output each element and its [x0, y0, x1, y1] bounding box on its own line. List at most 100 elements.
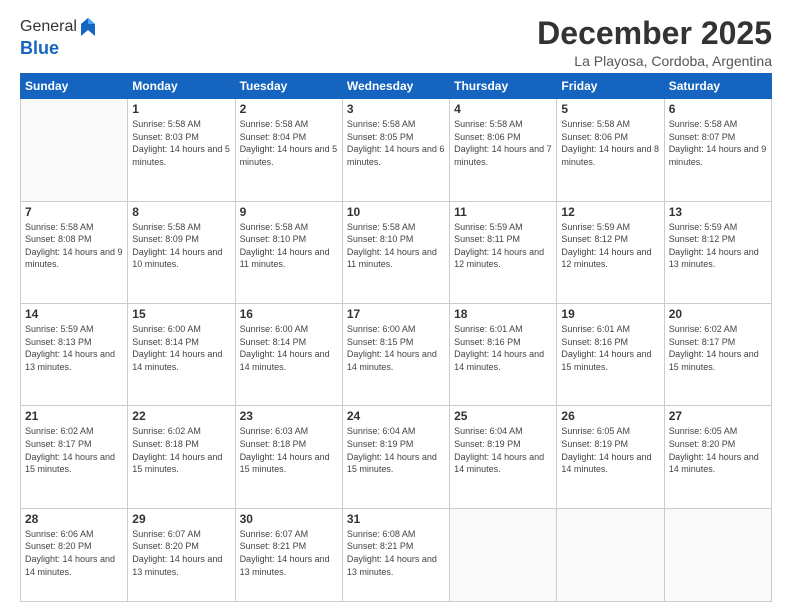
sunrise-label: Sunrise: 6:02 AM — [669, 324, 738, 334]
sunrise-label: Sunrise: 6:01 AM — [454, 324, 523, 334]
day-info: Sunrise: 5:59 AM Sunset: 8:12 PM Dayligh… — [561, 221, 659, 271]
calendar-cell: 29 Sunrise: 6:07 AM Sunset: 8:20 PM Dayl… — [128, 508, 235, 601]
calendar-cell: 28 Sunrise: 6:06 AM Sunset: 8:20 PM Dayl… — [21, 508, 128, 601]
calendar-cell: 30 Sunrise: 6:07 AM Sunset: 8:21 PM Dayl… — [235, 508, 342, 601]
daylight-label: Daylight: 14 hours and 14 minutes. — [132, 349, 222, 372]
sunset-label: Sunset: 8:17 PM — [25, 439, 92, 449]
sunrise-label: Sunrise: 6:00 AM — [240, 324, 309, 334]
day-info: Sunrise: 6:00 AM Sunset: 8:14 PM Dayligh… — [240, 323, 338, 373]
location-subtitle: La Playosa, Cordoba, Argentina — [537, 53, 772, 69]
col-tuesday: Tuesday — [235, 74, 342, 99]
daylight-label: Daylight: 14 hours and 15 minutes. — [347, 452, 437, 475]
day-number: 26 — [561, 409, 659, 423]
sunset-label: Sunset: 8:03 PM — [132, 132, 199, 142]
calendar-cell: 26 Sunrise: 6:05 AM Sunset: 8:19 PM Dayl… — [557, 406, 664, 508]
day-number: 7 — [25, 205, 123, 219]
calendar-cell: 15 Sunrise: 6:00 AM Sunset: 8:14 PM Dayl… — [128, 304, 235, 406]
day-number: 25 — [454, 409, 552, 423]
sunset-label: Sunset: 8:13 PM — [25, 337, 92, 347]
calendar-cell: 16 Sunrise: 6:00 AM Sunset: 8:14 PM Dayl… — [235, 304, 342, 406]
header: General Blue December 2025 La Playosa, C… — [20, 16, 772, 69]
sunrise-label: Sunrise: 5:58 AM — [454, 119, 523, 129]
calendar-week-row: 21 Sunrise: 6:02 AM Sunset: 8:17 PM Dayl… — [21, 406, 772, 508]
daylight-label: Daylight: 14 hours and 15 minutes. — [561, 349, 651, 372]
daylight-label: Daylight: 14 hours and 14 minutes. — [347, 349, 437, 372]
sunset-label: Sunset: 8:19 PM — [454, 439, 521, 449]
calendar-cell: 5 Sunrise: 5:58 AM Sunset: 8:06 PM Dayli… — [557, 99, 664, 201]
sunrise-label: Sunrise: 6:05 AM — [561, 426, 630, 436]
sunrise-label: Sunrise: 5:58 AM — [561, 119, 630, 129]
day-number: 11 — [454, 205, 552, 219]
day-info: Sunrise: 6:01 AM Sunset: 8:16 PM Dayligh… — [561, 323, 659, 373]
calendar-cell — [557, 508, 664, 601]
daylight-label: Daylight: 14 hours and 14 minutes. — [561, 452, 651, 475]
calendar-cell — [450, 508, 557, 601]
calendar-cell: 18 Sunrise: 6:01 AM Sunset: 8:16 PM Dayl… — [450, 304, 557, 406]
day-info: Sunrise: 6:03 AM Sunset: 8:18 PM Dayligh… — [240, 425, 338, 475]
day-number: 10 — [347, 205, 445, 219]
title-block: December 2025 La Playosa, Cordoba, Argen… — [537, 16, 772, 69]
daylight-label: Daylight: 14 hours and 11 minutes. — [347, 247, 437, 270]
day-info: Sunrise: 6:06 AM Sunset: 8:20 PM Dayligh… — [25, 528, 123, 578]
daylight-label: Daylight: 14 hours and 9 minutes. — [669, 144, 767, 167]
day-info: Sunrise: 6:05 AM Sunset: 8:20 PM Dayligh… — [669, 425, 767, 475]
day-number: 20 — [669, 307, 767, 321]
daylight-label: Daylight: 14 hours and 9 minutes. — [25, 247, 123, 270]
day-info: Sunrise: 6:01 AM Sunset: 8:16 PM Dayligh… — [454, 323, 552, 373]
daylight-label: Daylight: 14 hours and 13 minutes. — [669, 247, 759, 270]
sunrise-label: Sunrise: 6:08 AM — [347, 529, 416, 539]
col-monday: Monday — [128, 74, 235, 99]
sunset-label: Sunset: 8:16 PM — [561, 337, 628, 347]
sunset-label: Sunset: 8:16 PM — [454, 337, 521, 347]
daylight-label: Daylight: 14 hours and 14 minutes. — [454, 452, 544, 475]
sunset-label: Sunset: 8:21 PM — [347, 541, 414, 551]
sunrise-label: Sunrise: 6:00 AM — [132, 324, 201, 334]
sunset-label: Sunset: 8:05 PM — [347, 132, 414, 142]
day-number: 13 — [669, 205, 767, 219]
sunrise-label: Sunrise: 5:58 AM — [132, 119, 201, 129]
sunrise-label: Sunrise: 5:58 AM — [240, 222, 309, 232]
calendar-cell: 11 Sunrise: 5:59 AM Sunset: 8:11 PM Dayl… — [450, 201, 557, 303]
calendar-cell — [21, 99, 128, 201]
sunrise-label: Sunrise: 6:04 AM — [454, 426, 523, 436]
daylight-label: Daylight: 14 hours and 7 minutes. — [454, 144, 552, 167]
daylight-label: Daylight: 14 hours and 14 minutes. — [454, 349, 544, 372]
daylight-label: Daylight: 14 hours and 13 minutes. — [25, 349, 115, 372]
col-wednesday: Wednesday — [342, 74, 449, 99]
calendar-week-row: 14 Sunrise: 5:59 AM Sunset: 8:13 PM Dayl… — [21, 304, 772, 406]
day-info: Sunrise: 5:58 AM Sunset: 8:10 PM Dayligh… — [347, 221, 445, 271]
day-info: Sunrise: 6:07 AM Sunset: 8:21 PM Dayligh… — [240, 528, 338, 578]
calendar-cell: 8 Sunrise: 5:58 AM Sunset: 8:09 PM Dayli… — [128, 201, 235, 303]
sunrise-label: Sunrise: 5:58 AM — [347, 222, 416, 232]
day-number: 29 — [132, 512, 230, 526]
day-number: 19 — [561, 307, 659, 321]
calendar-cell: 24 Sunrise: 6:04 AM Sunset: 8:19 PM Dayl… — [342, 406, 449, 508]
sunrise-label: Sunrise: 5:58 AM — [25, 222, 94, 232]
day-info: Sunrise: 6:07 AM Sunset: 8:20 PM Dayligh… — [132, 528, 230, 578]
daylight-label: Daylight: 14 hours and 12 minutes. — [561, 247, 651, 270]
sunrise-label: Sunrise: 6:05 AM — [669, 426, 738, 436]
sunrise-label: Sunrise: 5:59 AM — [454, 222, 523, 232]
calendar-cell: 10 Sunrise: 5:58 AM Sunset: 8:10 PM Dayl… — [342, 201, 449, 303]
day-number: 24 — [347, 409, 445, 423]
day-number: 5 — [561, 102, 659, 116]
sunrise-label: Sunrise: 5:58 AM — [240, 119, 309, 129]
day-info: Sunrise: 6:02 AM Sunset: 8:18 PM Dayligh… — [132, 425, 230, 475]
sunset-label: Sunset: 8:06 PM — [454, 132, 521, 142]
sunrise-label: Sunrise: 5:58 AM — [669, 119, 738, 129]
calendar-cell: 21 Sunrise: 6:02 AM Sunset: 8:17 PM Dayl… — [21, 406, 128, 508]
sunset-label: Sunset: 8:09 PM — [132, 234, 199, 244]
page: General Blue December 2025 La Playosa, C… — [0, 0, 792, 612]
calendar-cell: 19 Sunrise: 6:01 AM Sunset: 8:16 PM Dayl… — [557, 304, 664, 406]
day-number: 27 — [669, 409, 767, 423]
day-info: Sunrise: 5:58 AM Sunset: 8:09 PM Dayligh… — [132, 221, 230, 271]
day-number: 12 — [561, 205, 659, 219]
sunrise-label: Sunrise: 5:59 AM — [561, 222, 630, 232]
sunrise-label: Sunrise: 6:01 AM — [561, 324, 630, 334]
sunset-label: Sunset: 8:20 PM — [25, 541, 92, 551]
sunset-label: Sunset: 8:10 PM — [347, 234, 414, 244]
sunset-label: Sunset: 8:19 PM — [561, 439, 628, 449]
calendar-cell: 9 Sunrise: 5:58 AM Sunset: 8:10 PM Dayli… — [235, 201, 342, 303]
day-info: Sunrise: 6:00 AM Sunset: 8:15 PM Dayligh… — [347, 323, 445, 373]
day-number: 2 — [240, 102, 338, 116]
